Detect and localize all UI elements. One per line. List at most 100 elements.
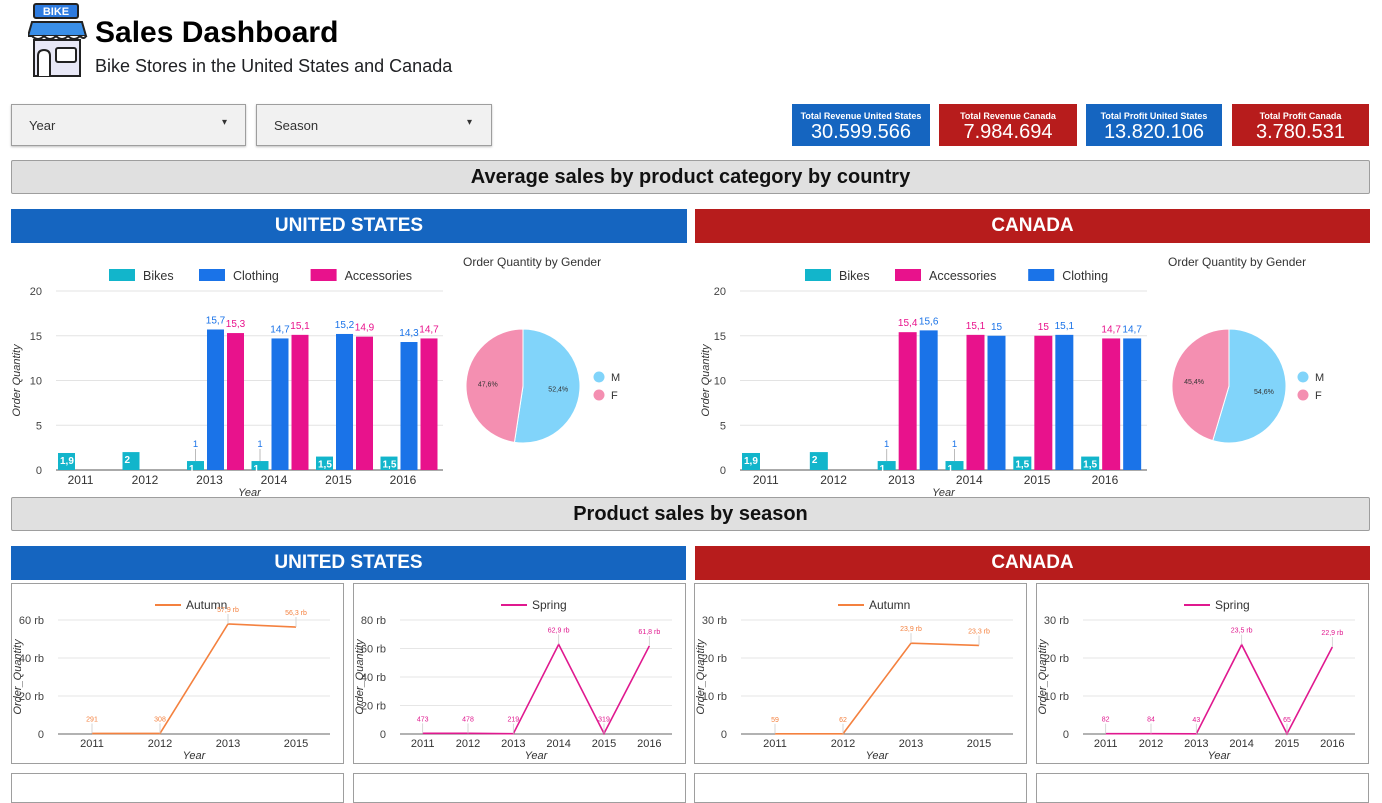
slice-label: 45,4%	[1184, 379, 1204, 386]
kpi-value: 13.820.106	[1103, 121, 1205, 143]
section-title-season-sales: Product sales by season	[11, 497, 1370, 531]
data-label: 1,9	[60, 456, 74, 467]
series-line	[91, 623, 297, 735]
x-tick-label: 2015	[1024, 473, 1051, 487]
section-title-avg-sales: Average sales by product category by cou…	[11, 160, 1370, 194]
data-label: 14,9	[355, 323, 375, 334]
x-tick-label: 2011	[80, 738, 104, 750]
legend-label: Accessories	[345, 269, 412, 283]
data-label: 23,3 rb	[968, 628, 990, 635]
y-tick-label: 0	[721, 729, 727, 741]
data-label: 15,6	[919, 316, 939, 327]
us-autumn-line-chart: Autumn020 rb40 rb60 rb2912011308201257,9…	[12, 598, 330, 762]
data-label: 1	[884, 439, 889, 450]
legend-label: Accessories	[929, 269, 996, 283]
bar	[1102, 338, 1121, 470]
bar	[898, 332, 917, 470]
y-tick-label: 20	[714, 286, 726, 298]
y-tick-label: 0	[38, 729, 44, 741]
y-axis-title: Order Quantity	[700, 343, 712, 417]
data-label: 1	[880, 464, 886, 475]
ca-category-bar-chart: Bikes Accessories Clothing 0 5 10 15 20 2011 1,9 2…	[700, 269, 1147, 498]
x-axis-title: Year	[1208, 750, 1232, 762]
us-spring-line-chart: Spring020 rb40 rb60 rb80 rb4732011478201…	[354, 598, 672, 762]
y-tick-label: 0	[36, 465, 42, 477]
data-label: 15,3	[226, 319, 246, 330]
data-label: 15,1	[1055, 321, 1075, 332]
y-tick-label: 30 rb	[702, 615, 727, 627]
x-tick-label: 2012	[456, 738, 480, 750]
y-tick-label: 0	[380, 729, 386, 741]
data-label: 22,9 rb	[1321, 630, 1343, 637]
data-label: 14,7	[1122, 324, 1142, 335]
data-label: 1,9	[744, 456, 758, 467]
legend-label: F	[1315, 390, 1322, 402]
legend-swatch	[199, 269, 225, 281]
data-label: 478	[462, 716, 474, 723]
ca-autumn-panel: Autumn 0 10 rb 20 rb 30 rb 59 2011 62 2012 23,9 r…	[694, 583, 1027, 764]
y-axis-title: Order_Quantity	[1037, 638, 1049, 715]
x-tick-label: 2014	[1229, 738, 1253, 750]
year-filter-dropdown[interactable]: Year ▾	[11, 104, 246, 146]
y-axis-title: Order_Quantity	[695, 638, 707, 715]
country-header-us: UNITED STATES	[11, 209, 687, 243]
slice-label: 52,4%	[548, 387, 568, 394]
x-axis-title: Year	[525, 750, 549, 762]
data-label: 1,5	[1015, 460, 1029, 471]
chart-title: Order Quantity by Gender	[463, 255, 601, 269]
x-tick-label: 2015	[592, 738, 616, 750]
bar	[1034, 335, 1053, 470]
x-tick-label: 2016	[1092, 473, 1119, 487]
series-line	[422, 642, 651, 736]
chart-panel	[694, 773, 1027, 803]
bar	[919, 330, 938, 470]
country-header-us: UNITED STATES	[11, 546, 686, 580]
bar	[400, 342, 418, 470]
x-tick-label: 2011	[753, 473, 779, 487]
chart-panel	[1036, 773, 1369, 803]
y-tick-label: 15	[714, 331, 726, 343]
data-label: 1	[948, 464, 954, 475]
data-label: 308	[154, 716, 166, 723]
legend-swatch	[310, 269, 337, 281]
kpi-total-revenue-ca: Total Revenue Canada 7.984.694	[939, 104, 1077, 146]
x-tick-label: 2015	[1275, 738, 1299, 750]
y-axis-title: Order_Quantity	[12, 638, 24, 715]
x-tick-label: 2012	[132, 473, 159, 487]
kpi-label: Total Profit United States	[1100, 111, 1208, 121]
x-tick-label: 2012	[831, 738, 855, 750]
x-tick-label: 2015	[325, 473, 352, 487]
y-tick-label: 5	[36, 420, 42, 432]
legend-swatch	[895, 269, 921, 281]
slice-label: 54,6%	[1254, 389, 1274, 396]
data-label: 15,1	[290, 321, 310, 332]
legend-label: M	[611, 372, 620, 384]
legend-label: Bikes	[839, 269, 870, 283]
y-axis-title: Order_Quantity	[354, 638, 366, 715]
kpi-value: 30.599.566	[810, 121, 912, 143]
y-tick-label: 15	[30, 331, 42, 343]
y-tick-label: 10	[714, 376, 726, 388]
x-tick-label: 2014	[956, 473, 983, 487]
x-tick-label: 2011	[1094, 738, 1118, 750]
ca-spring-line-chart: Spring010 rb20 rb30 rb822011842012432013…	[1037, 598, 1355, 762]
y-tick-label: 60 rb	[19, 615, 44, 627]
legend-swatch	[593, 389, 605, 401]
data-label: 23,9 rb	[900, 626, 922, 633]
y-tick-label: 10	[30, 376, 42, 388]
page-subtitle: Bike Stores in the United States and Can…	[95, 56, 453, 76]
ca-spring-panel: Spring 0 10 rb 20 rb 30 rb 82 2011 84 2012 43 2013…	[1036, 583, 1369, 764]
data-label: 62	[839, 717, 847, 724]
data-label: 84	[1147, 717, 1155, 724]
page-title: Sales Dashboard	[95, 16, 339, 49]
y-tick-label: 5	[720, 420, 726, 432]
us-gender-pie-chart: Order Quantity by Gender 52,4% 47,6% MF	[463, 255, 620, 444]
x-tick-label: 2014	[546, 738, 570, 750]
x-tick-label: 2016	[637, 738, 661, 750]
bar	[271, 338, 289, 470]
data-label: 15	[1038, 322, 1050, 333]
season-filter-dropdown[interactable]: Season ▾	[256, 104, 492, 146]
season-filter-label: Season	[274, 118, 319, 133]
legend-swatch	[593, 371, 605, 383]
legend-swatch	[805, 269, 831, 281]
